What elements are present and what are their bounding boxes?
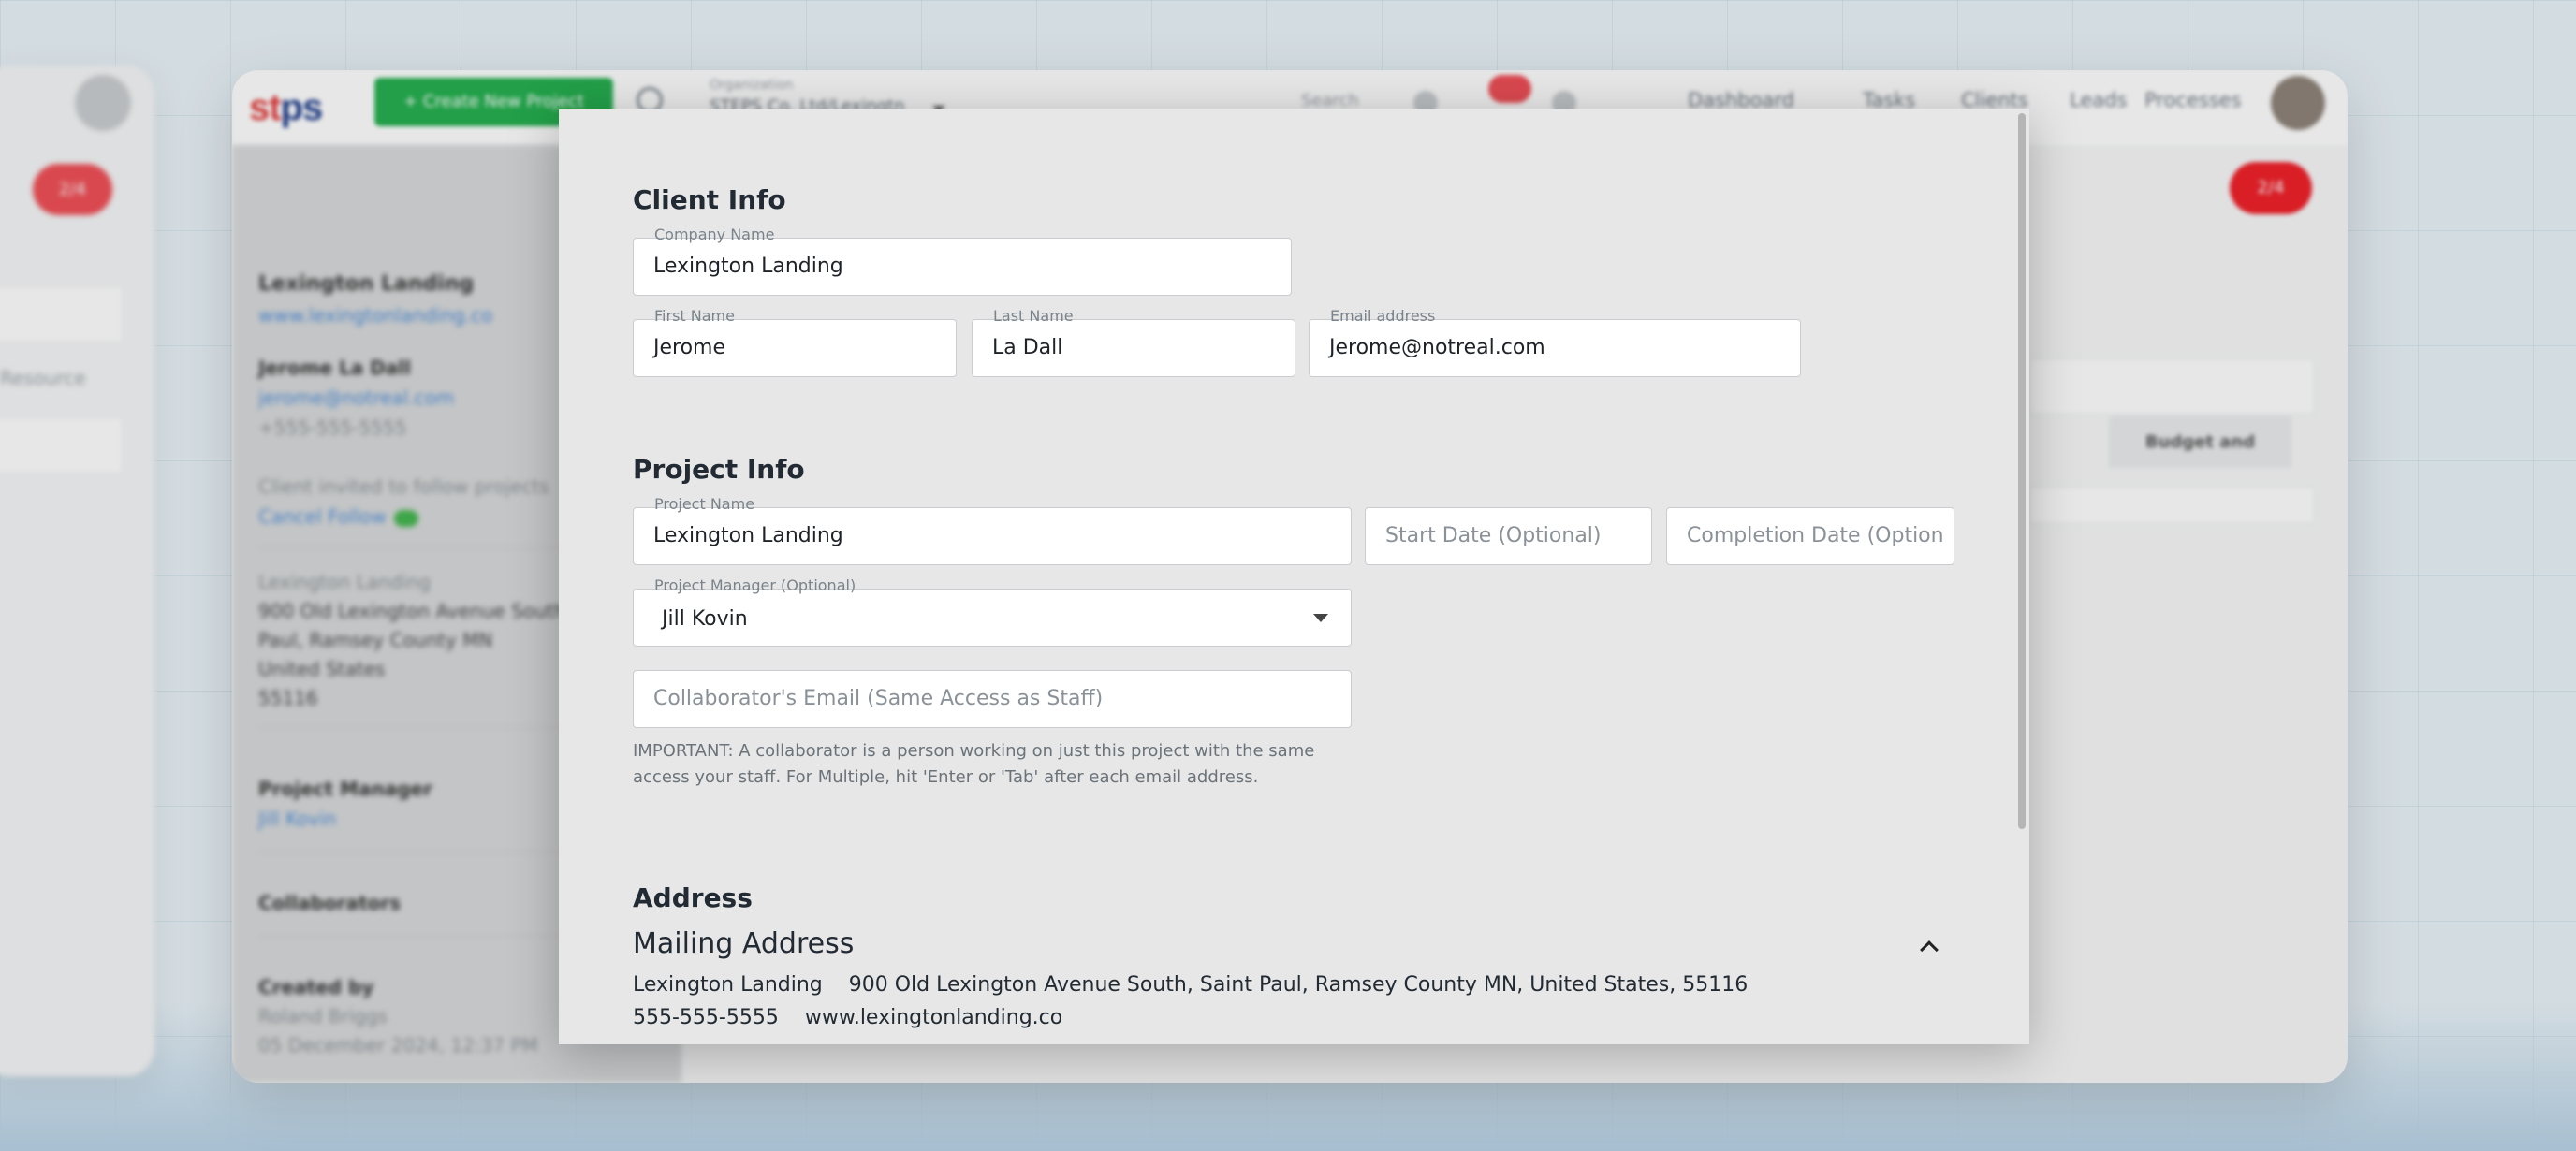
collaborator-email-placeholder[interactable]: Collaborator's Email (Same Access as Sta… <box>653 671 1339 727</box>
mailing-address-title[interactable]: Mailing Address <box>633 927 854 960</box>
nav-tasks[interactable]: Tasks <box>1863 89 1915 111</box>
address-line: Paul, Ramsey County MN <box>258 629 493 651</box>
address-line: 900 Old Lexington Avenue South, <box>258 600 572 622</box>
project-info-title: Project Info <box>633 454 805 485</box>
nav-leads[interactable]: Leads <box>2070 89 2127 111</box>
status-badge <box>393 509 418 527</box>
project-manager-select[interactable]: Project Manager (Optional) Jill Kovin <box>633 576 1352 649</box>
mailing-address-line: Lexington Landing 900 Old Lexington Avenu… <box>633 973 1748 997</box>
scrollbar[interactable] <box>2018 113 2026 829</box>
toolbar <box>2029 487 2315 524</box>
cancel-follow-link[interactable]: Cancel Follow <box>258 505 418 528</box>
address-line: Lexington Landing <box>258 571 432 593</box>
notification-badge[interactable] <box>1488 75 1531 103</box>
background-left-window: 2/4 Resource <box>0 66 154 1076</box>
last-name-value[interactable]: La Dall <box>992 320 1062 376</box>
address-phone: 555-555-5555 <box>633 1006 779 1029</box>
address-line: United States <box>258 658 386 680</box>
start-date-placeholder[interactable]: Start Date (Optional) <box>1385 508 1640 564</box>
client-phone: +555-555-5555 <box>258 416 407 439</box>
toolbar <box>2029 358 2315 415</box>
status-badge: 2/4 <box>33 164 112 215</box>
address-website[interactable]: www.lexingtonlanding.co <box>805 1006 1062 1029</box>
company-name-value[interactable]: Lexington Landing <box>653 239 843 295</box>
client-contact: Jerome La Dall <box>258 357 411 379</box>
client-website[interactable]: www.lexingtonlanding.co <box>258 304 492 327</box>
nav-clients[interactable]: Clients <box>1961 89 2028 111</box>
followers-note: Client invited to follow projects <box>258 475 549 498</box>
background-right-panel: 2/4 Budget and Resource <box>2029 145 2348 1083</box>
project-manager-value[interactable]: Jill Kovin <box>662 590 748 649</box>
collaborator-help-text: IMPORTANT: A collaborator is a person wo… <box>633 741 1315 787</box>
avatar[interactable] <box>2271 76 2325 130</box>
collaborator-email-field[interactable]: Collaborator's Email (Same Access as Sta… <box>633 670 1352 728</box>
created-at-value: 05 December 2024, 12:37 PM <box>258 1034 538 1056</box>
list-item <box>0 285 122 343</box>
completion-date-field[interactable]: Completion Date (Optional) <box>1666 507 1954 565</box>
client-info-title: Client Info <box>633 184 786 215</box>
email-field[interactable]: Email address Jerome@notreal.com <box>1309 307 1801 377</box>
client-email[interactable]: jerome@notreal.com <box>258 386 454 409</box>
mailing-contact-line: 555-555-5555 www.lexingtonlanding.co <box>633 1006 1062 1029</box>
address-name: Lexington Landing <box>633 973 823 997</box>
chevron-up-icon[interactable] <box>1920 940 1939 959</box>
list-item-label: Resource <box>0 367 86 389</box>
avatar <box>75 75 131 131</box>
logo: stps <box>249 87 323 128</box>
created-by-label: Created by <box>258 976 374 998</box>
list-item <box>0 416 122 474</box>
project-manager-label: Project Manager <box>258 778 432 800</box>
created-by-value: Roland Briggs <box>258 1005 388 1027</box>
first-name-field[interactable]: First Name Jerome <box>633 307 957 377</box>
project-name-value[interactable]: Lexington Landing <box>653 508 843 564</box>
first-name-value[interactable]: Jerome <box>653 320 725 376</box>
project-name-field[interactable]: Project Name Lexington Landing <box>633 495 1352 565</box>
search-input[interactable]: Search <box>1301 91 1359 110</box>
company-name-field[interactable]: Company Name Lexington Landing <box>633 226 1292 296</box>
address-street: 900 Old Lexington Avenue South, Saint Pa… <box>848 973 1749 997</box>
email-value[interactable]: Jerome@notreal.com <box>1329 320 1545 376</box>
nav-dashboard[interactable]: Dashboard <box>1688 89 1794 111</box>
client-company: Lexington Landing <box>258 272 475 296</box>
completion-date-placeholder[interactable]: Completion Date (Optional) <box>1687 508 1942 564</box>
collaborators-label: Collaborators <box>258 892 402 914</box>
last-name-field[interactable]: Last Name La Dall <box>972 307 1295 377</box>
status-badge: 2/4 <box>2230 162 2312 214</box>
organization-label: Organization <box>710 78 794 93</box>
nav-processes[interactable]: Processes <box>2144 89 2242 111</box>
project-manager-value[interactable]: Jill Kovin <box>258 808 336 830</box>
address-title: Address <box>633 882 753 913</box>
edit-project-modal: Client Info Company Name Lexington Landi… <box>559 109 2029 1044</box>
start-date-field[interactable]: Start Date (Optional) <box>1365 507 1652 565</box>
tab-budget-and-resource[interactable]: Budget and Resource <box>2109 416 2291 503</box>
address-line: 55116 <box>258 687 318 709</box>
chevron-down-icon[interactable] <box>1313 614 1328 622</box>
